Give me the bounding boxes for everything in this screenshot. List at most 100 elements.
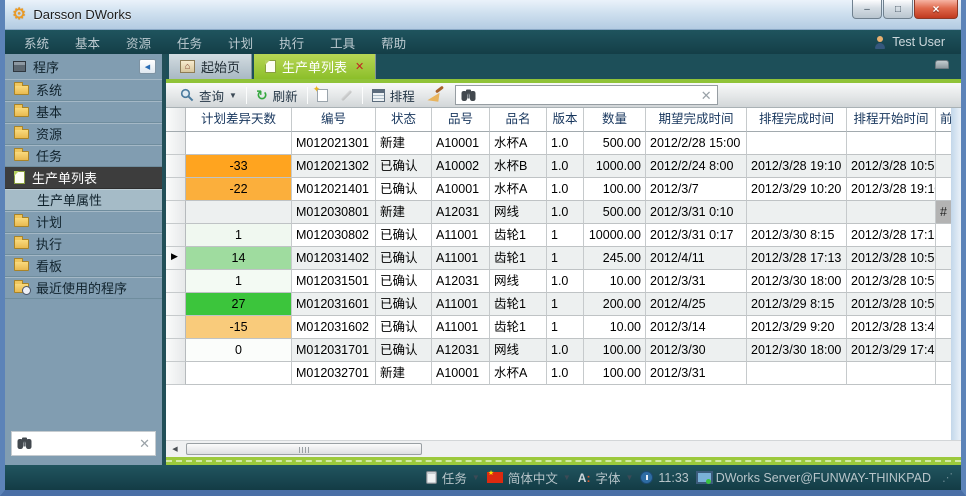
row-selector-gutter[interactable] (166, 270, 186, 293)
sidebar-item[interactable]: 基本 (5, 101, 162, 123)
column-header[interactable]: 版本 (547, 108, 584, 132)
schedule-button[interactable]: 排程 (366, 84, 421, 107)
cell: 1.0 (547, 339, 584, 362)
font-menu[interactable]: A: 字体 ▼ (578, 468, 634, 487)
table-row[interactable]: 27M012031601已确认A11001齿轮11200.002012/4/25… (166, 293, 961, 316)
horizontal-scrollbar[interactable]: ◀ (166, 440, 961, 457)
diff-days-cell (186, 201, 292, 224)
menu-item[interactable]: 任务 (164, 33, 215, 52)
scrollbar-thumb[interactable] (186, 443, 422, 455)
minimize-button[interactable]: – (852, 0, 882, 19)
cell: 2012/3/31 (646, 362, 747, 385)
cell: 2012/3/31 0:17 (646, 224, 747, 247)
column-header[interactable]: 编号 (292, 108, 376, 132)
menu-item[interactable]: 计划 (215, 33, 266, 52)
sidebar-search-input[interactable] (37, 437, 134, 451)
new-button[interactable] (311, 87, 334, 104)
menu-item[interactable]: 执行 (266, 33, 317, 52)
sidebar-item-label: 生产单列表 (32, 168, 97, 187)
cell: A12031 (432, 201, 490, 224)
column-header[interactable]: 期望完成时间 (646, 108, 747, 132)
tab-production-order-list[interactable]: 生产单列表 ✕ (254, 54, 376, 79)
row-selector-gutter[interactable] (166, 201, 186, 224)
sidebar-item[interactable]: 计划 (5, 211, 162, 233)
sidebar-item[interactable]: 任务 (5, 145, 162, 167)
toolbar-search-clear-icon[interactable]: ✕ (701, 89, 712, 102)
row-selector-gutter[interactable] (166, 178, 186, 201)
menu-item[interactable]: 资源 (113, 33, 164, 52)
sidebar-item[interactable]: 资源 (5, 123, 162, 145)
task-menu[interactable]: 任务 ▼ (426, 468, 480, 487)
sidebar-item[interactable]: 生产单列表 (5, 167, 162, 189)
query-button[interactable]: 查询 ▼ (174, 84, 243, 107)
diff-days-cell: 1 (186, 270, 292, 293)
table-row[interactable]: M012032701新建A10001水杯A1.0100.002012/3/31 (166, 362, 961, 385)
table-row[interactable]: ▶14M012031402已确认A11001齿轮11245.002012/4/1… (166, 247, 961, 270)
cell: 2012/3/28 17:13 (747, 247, 847, 270)
table-row[interactable]: 1M012031501已确认A12031网线1.010.002012/3/312… (166, 270, 961, 293)
menu-item[interactable]: 帮助 (368, 33, 419, 52)
toolbar-search-box: ✕ (455, 85, 718, 105)
sidebar-item[interactable]: 执行 (5, 233, 162, 255)
sidebar-item[interactable]: 系统 (5, 79, 162, 101)
cell: 1.0 (547, 132, 584, 155)
cell: M012021301 (292, 132, 376, 155)
column-header[interactable]: 数量 (584, 108, 646, 132)
row-selector-gutter[interactable]: ▶ (166, 247, 186, 270)
menu-item[interactable]: 工具 (317, 33, 368, 52)
language-menu[interactable]: 简体中文 ▼ (487, 468, 571, 487)
table-row[interactable]: M012030801新建A12031网线1.0500.002012/3/31 0… (166, 201, 961, 224)
cell: 100.00 (584, 178, 646, 201)
cell: A11001 (432, 293, 490, 316)
menu-item[interactable]: 系统 (11, 33, 62, 52)
edit-button[interactable] (334, 92, 359, 99)
column-header[interactable]: 状态 (376, 108, 432, 132)
clipboard-icon (426, 471, 437, 484)
table-row[interactable]: -15M012031602已确认A11001齿轮1110.002012/3/14… (166, 316, 961, 339)
row-selector-gutter[interactable] (166, 224, 186, 247)
diff-days-cell: -15 (186, 316, 292, 339)
pushpin-icon[interactable] (935, 60, 949, 69)
table-row[interactable]: M012021301新建A10001水杯A1.0500.002012/2/28 … (166, 132, 961, 155)
cell: A12031 (432, 270, 490, 293)
table-row[interactable]: 0M012031701已确认A12031网线1.0100.002012/3/30… (166, 339, 961, 362)
row-selector-gutter[interactable] (166, 362, 186, 385)
row-selector-gutter[interactable] (166, 339, 186, 362)
row-selector-gutter[interactable] (166, 316, 186, 339)
binoculars-icon (17, 437, 32, 450)
sidebar-search-clear-icon[interactable]: ✕ (139, 437, 150, 450)
column-header[interactable]: 品号 (432, 108, 490, 132)
resize-grip-icon[interactable]: ⋰ (942, 471, 953, 484)
title-bar[interactable]: ⚙ Darsson DWorks – □ × (0, 0, 966, 30)
column-header[interactable]: 品名 (490, 108, 547, 132)
table-row[interactable]: -22M012021401已确认A10001水杯A1.0100.002012/3… (166, 178, 961, 201)
column-header[interactable]: 计划差异天数 (186, 108, 292, 132)
sidebar-item[interactable]: 生产单属性 (5, 189, 162, 211)
vertical-scrollbar[interactable] (951, 108, 961, 440)
tab-label: 生产单列表 (282, 57, 347, 76)
row-selector-gutter[interactable] (166, 155, 186, 178)
refresh-button[interactable]: ↻ 刷新 (250, 84, 304, 107)
column-header[interactable]: 前 (936, 108, 951, 132)
toolbar-search-input[interactable] (481, 88, 696, 102)
sidebar-item[interactable]: 最近使用的程序 (5, 277, 162, 299)
user-chip[interactable]: Test User (874, 35, 955, 49)
column-header[interactable]: 排程开始时间 (847, 108, 936, 132)
clear-schedule-button[interactable] (421, 86, 450, 104)
collapse-sidebar-button[interactable]: ◀ (139, 59, 156, 74)
row-selector-gutter[interactable] (166, 132, 186, 155)
restore-button[interactable]: □ (883, 0, 913, 19)
cell: 1.0 (547, 155, 584, 178)
tab-start-page[interactable]: ⌂ 起始页 (169, 54, 252, 79)
selected-row-arrow-icon: ▶ (171, 252, 178, 261)
toolbar-separator (362, 87, 363, 104)
row-selector-gutter[interactable] (166, 293, 186, 316)
close-button[interactable]: × (914, 0, 958, 19)
column-header[interactable]: 排程完成时间 (747, 108, 847, 132)
scroll-left-arrow-icon[interactable]: ◀ (166, 441, 184, 457)
tab-close-icon[interactable]: ✕ (355, 60, 364, 73)
table-row[interactable]: -33M012021302已确认A10002水杯B1.01000.002012/… (166, 155, 961, 178)
sidebar-item[interactable]: 看板 (5, 255, 162, 277)
table-row[interactable]: 1M012030802已确认A11001齿轮1110000.002012/3/3… (166, 224, 961, 247)
menu-item[interactable]: 基本 (62, 33, 113, 52)
